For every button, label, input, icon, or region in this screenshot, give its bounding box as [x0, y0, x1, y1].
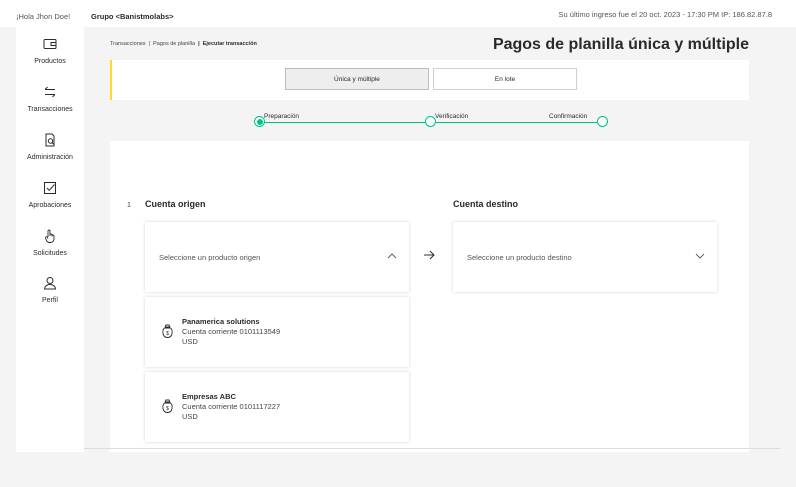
sidebar: Productos Transacciones Administración A…: [16, 27, 84, 452]
money-bag-icon: $: [162, 324, 173, 338]
origin-product-select[interactable]: Seleccione un producto origen: [145, 222, 409, 292]
arrow-right-icon: [424, 250, 435, 260]
sidebar-item-label: Perfil: [42, 297, 58, 304]
breadcrumb-separator: |: [198, 41, 200, 47]
group-name: Grupo <Banistmolabs>: [91, 12, 174, 21]
breadcrumb-current: Ejecutar transacción: [202, 41, 257, 47]
step-label: Verificación: [435, 113, 469, 120]
transfer-arrows-icon: [44, 86, 56, 98]
breadcrumb-item-transacciones[interactable]: Transacciones: [110, 41, 146, 47]
sidebar-item-solicitudes[interactable]: Solicitudes: [16, 228, 84, 257]
progress-stepper: Preparación Verificación Confirmación: [254, 112, 614, 132]
svg-text:$: $: [166, 331, 169, 337]
document-search-icon: [45, 133, 55, 147]
option-currency: USD: [182, 412, 198, 421]
breadcrumb-item-pagos-planilla[interactable]: Pagos de planilla: [153, 41, 195, 47]
svg-text:$: $: [166, 406, 169, 412]
origin-option-card[interactable]: $ Empresas ABC Cuenta corriente 01011172…: [145, 372, 409, 442]
tab-en-lote[interactable]: En lote: [433, 68, 577, 90]
hand-pointer-icon: [45, 229, 55, 243]
greeting-text: ¡Hola Jhon Doe!: [16, 12, 71, 21]
page-title: Pagos de planilla única y múltiple: [492, 36, 749, 53]
wallet-icon: [43, 39, 57, 49]
chevron-up-icon: [387, 253, 397, 259]
sidebar-item-aprobaciones[interactable]: Aprobaciones: [16, 180, 84, 209]
breadcrumb-separator: |: [148, 41, 151, 47]
destination-account-title: Cuenta destino: [453, 199, 519, 209]
destination-select-placeholder: Seleccione un producto destino: [467, 253, 572, 262]
sidebar-item-perfil[interactable]: Perfil: [16, 275, 84, 304]
option-account: Cuenta corriente 0101117227: [182, 402, 281, 411]
money-bag-icon: $: [162, 399, 173, 413]
checkbox-icon: [44, 182, 56, 194]
footer-divider: [84, 448, 780, 449]
step-label: Confirmación: [549, 113, 588, 120]
destination-product-select[interactable]: Seleccione un producto destino: [453, 222, 717, 292]
tab-unica-multiple[interactable]: Única y múltiple: [285, 68, 429, 90]
user-icon: [43, 277, 57, 290]
step-dot: [597, 116, 608, 127]
last-login-text: Su último ingreso fue el 20 oct. 2023 - …: [558, 10, 772, 19]
sidebar-item-administracion[interactable]: Administración: [16, 132, 84, 161]
step-number: 1: [127, 202, 131, 209]
transaction-form: 1 Cuenta origen Seleccione un producto o…: [110, 141, 749, 452]
origin-select-placeholder: Seleccione un producto origen: [159, 253, 261, 262]
option-name: Panamerica solutions: [182, 317, 260, 326]
option-account: Cuenta corriente 0101113549: [182, 327, 281, 336]
sidebar-item-label: Transacciones: [27, 106, 73, 113]
sidebar-item-label: Productos: [34, 58, 66, 65]
sidebar-item-label: Administración: [27, 154, 73, 161]
chevron-down-icon: [695, 253, 705, 259]
main-content: Transacciones | Pagos de planilla | Ejec…: [84, 27, 796, 487]
payment-mode-tabs: Única y múltiple En lote: [110, 60, 749, 100]
sidebar-item-label: Solicitudes: [33, 250, 67, 257]
sidebar-item-transacciones[interactable]: Transacciones: [16, 84, 84, 113]
origin-option-card[interactable]: $ Panamerica solutions Cuenta corriente …: [145, 297, 409, 367]
sidebar-item-label: Aprobaciones: [28, 202, 72, 209]
top-bar: ¡Hola Jhon Doe! Grupo <Banistmolabs> Su …: [0, 0, 796, 27]
sidebar-item-productos[interactable]: Productos: [16, 36, 84, 65]
option-name: Empresas ABC: [182, 392, 236, 401]
breadcrumb: Transacciones | Pagos de planilla | Ejec…: [110, 41, 257, 47]
option-currency: USD: [182, 337, 198, 346]
origin-account-title: Cuenta origen: [145, 199, 206, 209]
step-label: Preparación: [264, 113, 300, 120]
